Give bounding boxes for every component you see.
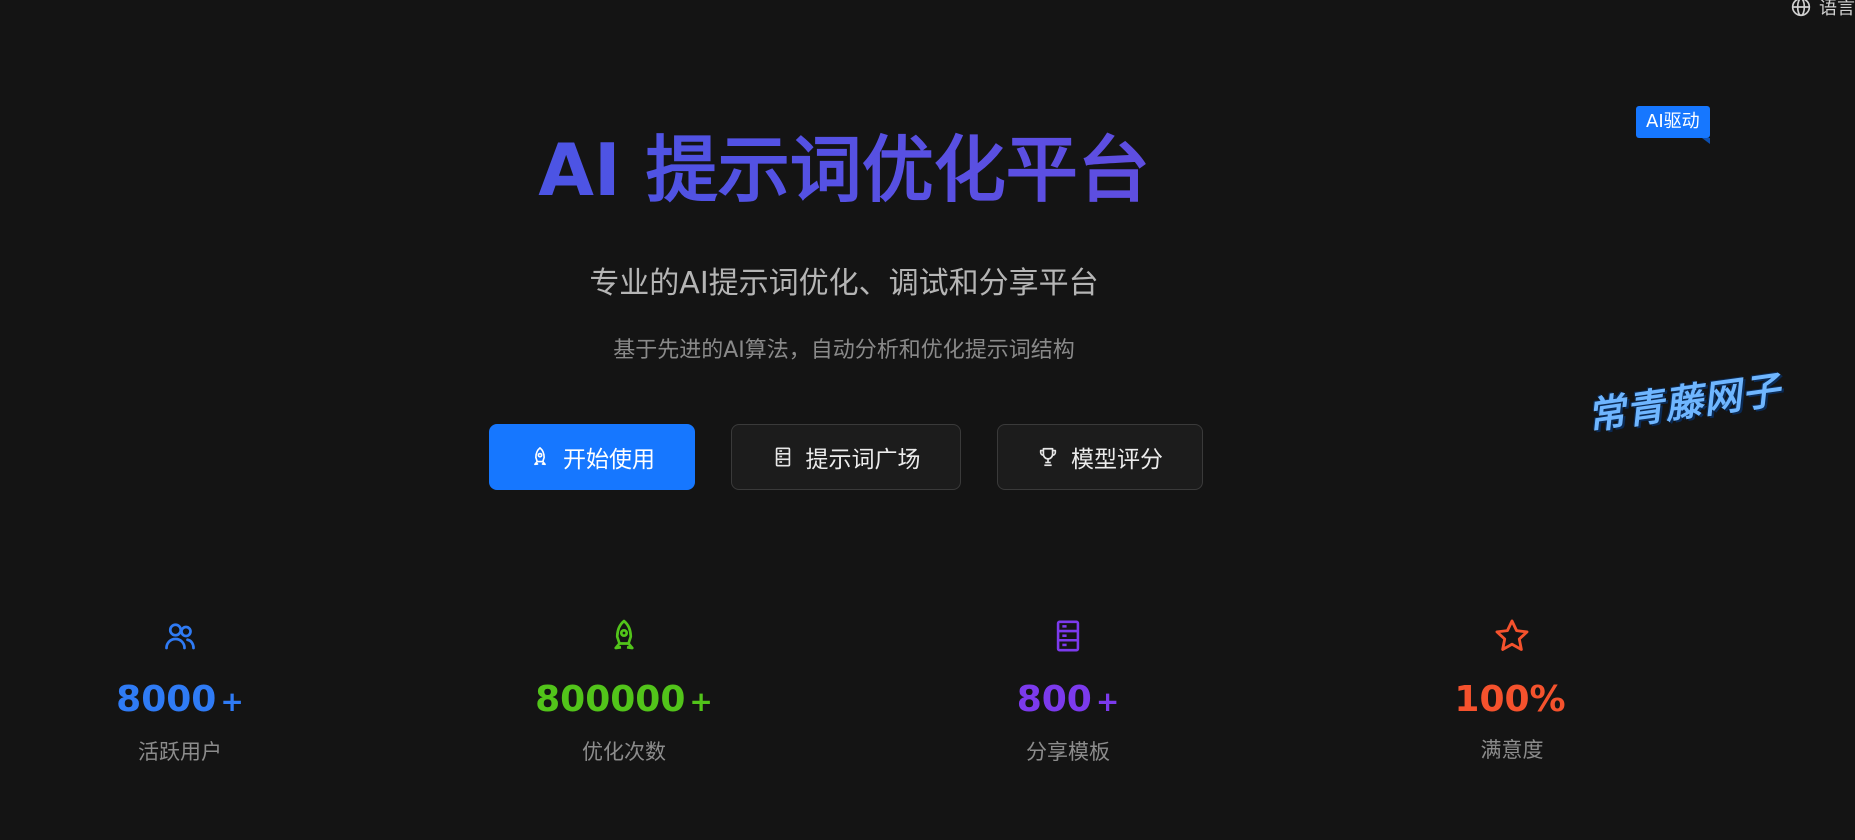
rocket-icon xyxy=(614,619,634,650)
prompt-square-label: 提示词广场 xyxy=(805,447,921,473)
get-started-label: 开始使用 xyxy=(563,447,655,473)
shared-templates-label: 分享模板 xyxy=(1026,740,1110,764)
stat-value: 800000 + xyxy=(514,678,734,724)
watermark-text: 常青藤网子 xyxy=(1584,367,1784,439)
hero-subtitle: 专业的AI提示词优化、调试和分享平台 xyxy=(589,266,1099,301)
hero-section: AI 提示词优化平台 专业的AI提示词优化、调试和分享平台 基于先进的AI算法，… xyxy=(0,120,1688,364)
shared-templates-suffix: + xyxy=(1095,685,1120,718)
active-users-count: 8000 xyxy=(116,679,217,720)
model-rating-label: 模型评分 xyxy=(1071,447,1163,473)
satisfaction-value: 100% xyxy=(1454,679,1566,720)
active-users-label: 活跃用户 xyxy=(138,740,222,764)
hero-description: 基于先进的AI算法，自动分析和优化提示词结构 xyxy=(613,338,1075,363)
stat-shared-templates: 800 + 分享模板 xyxy=(958,616,1178,766)
language-label: 语言 xyxy=(1819,0,1855,19)
stat-value: 100% xyxy=(1402,678,1622,722)
stat-optimizations: 800000 + 优化次数 xyxy=(514,616,734,766)
stat-value: 8000 + xyxy=(70,678,290,724)
stat-satisfaction: 100% 满意度 xyxy=(1402,616,1622,764)
optimizations-suffix: + xyxy=(689,685,713,718)
database-icon xyxy=(775,447,790,467)
language-selector[interactable]: 语言 xyxy=(1791,0,1855,20)
star-icon xyxy=(1495,619,1529,651)
users-icon xyxy=(165,623,195,650)
model-rating-button[interactable]: 模型评分 xyxy=(997,424,1203,490)
active-users-suffix: + xyxy=(220,685,244,718)
prompt-square-button[interactable]: 提示词广场 xyxy=(731,424,961,490)
page-title: AI 提示词优化平台 xyxy=(0,120,1688,220)
rocket-icon xyxy=(534,447,546,466)
trophy-icon xyxy=(1039,447,1057,467)
satisfaction-label: 满意度 xyxy=(1480,738,1544,762)
globe-icon xyxy=(1791,0,1811,17)
action-buttons: 开始使用 提示词广场 模型评分 xyxy=(489,424,1203,490)
database-icon xyxy=(1056,620,1080,652)
optimizations-count: 800000 xyxy=(535,679,686,720)
stat-value: 800 + xyxy=(958,678,1178,724)
shared-templates-count: 800 xyxy=(1016,679,1092,720)
stat-active-users: 8000 + 活跃用户 xyxy=(70,616,290,766)
get-started-button[interactable]: 开始使用 xyxy=(489,424,695,490)
optimizations-label: 优化次数 xyxy=(582,740,666,764)
stats-section: 8000 + 活跃用户 800000 + 优化次数 800 + 分享模板 100… xyxy=(0,616,1688,766)
landing-page: 语言 AI驱动 常青藤网子 AI 提示词优化平台 专业的AI提示词优化、调试和分… xyxy=(0,0,1855,840)
